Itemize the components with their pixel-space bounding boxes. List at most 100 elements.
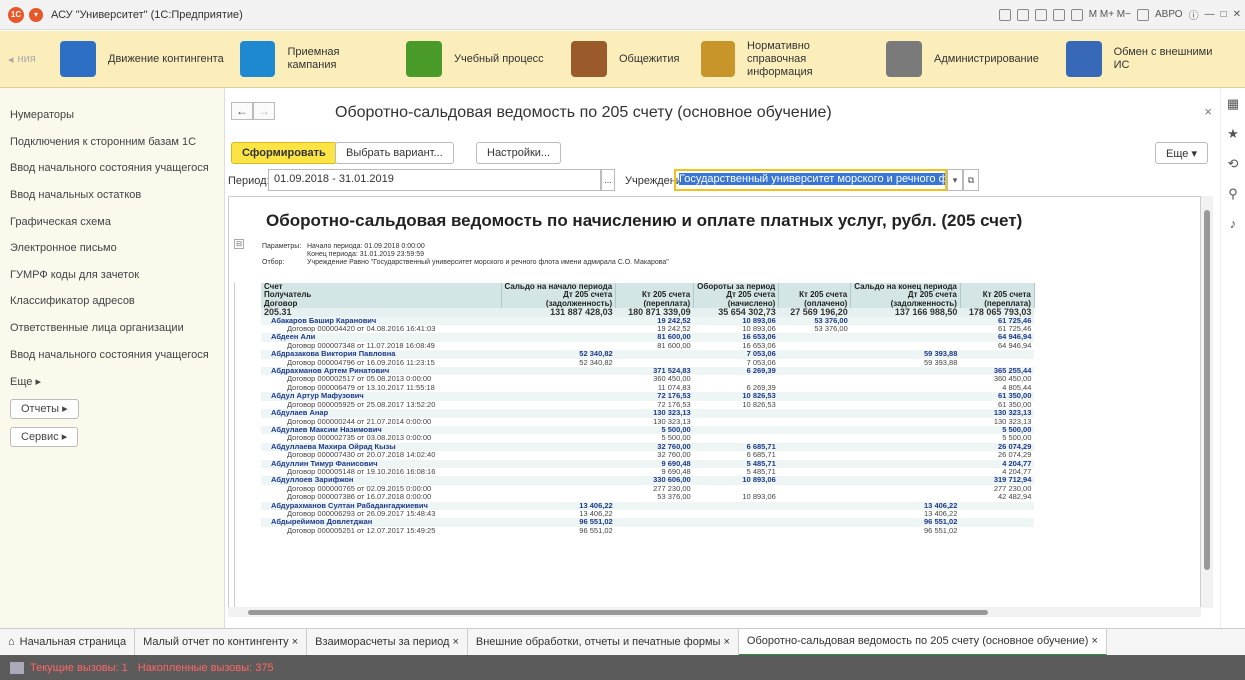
contract-row[interactable]: Договор 000007430 от 20.07.2018 14:02:40… [261,451,1034,459]
reports-button[interactable]: Отчеты ▸ [10,398,79,419]
table-cell [501,468,616,476]
table-header-row[interactable]: Договор (задолженность) (переплата) (начисл… [261,299,1035,309]
contract-row[interactable]: Договор 000005925 от 25.08.2017 13:52:20… [261,401,1034,409]
notifications-bell-icon[interactable]: ♪ [1230,216,1237,231]
org-input[interactable]: Государственный университет морского и р… [674,169,947,191]
restore-icon[interactable]: □ [1221,9,1227,20]
table-cell [693,425,779,435]
section-scroll-left[interactable]: ◂ ния [0,31,52,88]
params-collapse-icon[interactable]: ⊟ [234,239,244,249]
contract-row[interactable]: Договор 000004420 от 04.08.2016 16:41:03… [261,325,1034,333]
minimize-icon[interactable]: — [1205,9,1215,20]
nav-initial-state[interactable]: Ввод начального состояния учащегося [0,155,224,182]
contract-row[interactable]: Договор 000005251 от 12.07.2017 15:49:25… [261,527,1034,535]
tab-balance-sheet[interactable]: Оборотно-сальдовая ведомость по 205 счет… [738,628,1107,656]
nav-numerators[interactable]: Нумераторы [0,102,224,129]
recipient-row[interactable]: Абдуллаева Махира Ойрад Кызы 32 760,00 6 6… [261,442,1035,452]
tab-home[interactable]: ⌂ Начальная страница [0,628,136,656]
nav-connections[interactable]: Подключения к сторонним базам 1С [0,129,224,156]
contract-row[interactable]: Договор 000000765 от 02.09.2015 0:00:00 2… [261,485,1034,493]
calculator-icon[interactable] [1052,8,1065,21]
section-dormitory[interactable]: Общежития [563,31,693,88]
user-name[interactable]: АВРО [1155,9,1183,20]
section-administration[interactable]: Администрирование [878,31,1058,88]
horizontal-scrollbar[interactable] [228,607,1201,617]
recipient-row[interactable]: Абдуллин Тимур Фанисович 9 690,48 5 485,71… [261,459,1035,468]
service-button[interactable]: Сервис ▸ [10,426,79,447]
contract-row[interactable]: Договор 000002517 от 05.08.2013 0:00:00 3… [261,375,1034,383]
table-cell [501,392,616,401]
settings-button[interactable]: Настройки... [476,142,562,164]
save-icon[interactable] [998,8,1011,21]
section-reference[interactable]: Нормативно справочная информация [693,31,878,88]
main-menu-icon[interactable]: ▾ [29,7,43,22]
table-cell [501,485,616,493]
contract-row[interactable]: Договор 000006293 от 26.09.2017 15:48:43… [261,510,1034,518]
table-cell: Абдрахманов Артем Ринатович [261,367,501,376]
favorites-star-icon[interactable]: ★ [1227,126,1239,142]
nav-gumrf-codes[interactable]: ГУМРФ коды для зачеток [0,262,224,289]
horizontal-scroll-thumb[interactable] [248,610,988,615]
recipient-row[interactable]: Абдулаев Анар 130 323,13 130 323,13 [261,409,1035,418]
section-contingent[interactable]: Движение контингента [52,31,232,88]
contract-row[interactable]: Договор 000004796 от 16.09.2016 11:23:15… [261,359,1034,367]
print-icon[interactable] [1016,8,1029,21]
contract-row[interactable]: Договор 000007348 от 11.07.2018 16:08:49… [261,342,1034,350]
close-form-icon[interactable]: × [1204,104,1212,119]
org-open-icon[interactable]: ⧉ [963,169,979,191]
table-header-row[interactable]: Счет Сальдо на начало периода Обороты за п… [261,283,1035,292]
table-header-row[interactable]: Получатель Дт 205 счета Кт 205 счета Дт 205… [261,291,1035,300]
recipient-row[interactable]: Абдрахманов Артем Ринатович 371 524,83 6 2… [261,367,1035,376]
report-sheet[interactable]: ⊟ Оборотно-сальдовая ведомость по начисл… [228,196,1201,608]
table-total-row[interactable]: 205.31 131 887 428,03 180 871 339,09 35 654… [261,308,1035,317]
nav-graphic-scheme[interactable]: Графическая схема [0,208,224,235]
select-variant-button[interactable]: Выбрать вариант... [335,142,454,164]
vertical-scroll-thumb[interactable] [1204,210,1210,570]
info-icon[interactable]: ⓘ [1189,7,1199,22]
more-button[interactable]: Еще ▾ [1155,142,1208,164]
recipient-row[interactable]: Абдырейимов Довлетджан 96 551,02 96 551,02 [261,518,1035,527]
contract-row[interactable]: Договор 000007386 от 16.07.2018 0:00:00 5… [261,493,1034,501]
tab-contingent-report[interactable]: Малый отчет по контингенту × [135,628,308,656]
calendar-icon[interactable] [1070,8,1083,21]
section-exchange[interactable]: Обмен с внешними ИС [1058,31,1238,88]
recipient-row[interactable]: Абдулаев Максим Назимович 5 500,00 5 500,0… [261,425,1035,435]
tab-external-processing[interactable]: Внешние обработки, отчеты и печатные фор… [468,628,739,656]
nav-initial-state-2[interactable]: Ввод начального состояния учащегося [0,341,224,368]
contract-row[interactable]: Договор 000006479 от 13.10.2017 11:55:18… [261,384,1034,392]
contract-row[interactable]: Договор 000002735 от 03.08.2013 0:00:00 5… [261,434,1034,442]
back-icon[interactable]: ← [231,102,253,120]
table-cell: Абдеен Али [261,333,501,342]
org-dropdown-icon[interactable]: ▾ [947,169,963,191]
apps-grid-icon[interactable]: ▦ [1227,96,1239,112]
section-admission[interactable]: Приемная кампания [232,31,398,88]
recipient-row[interactable]: Абакаров Башир Каранович 19 242,52 10 893,… [261,316,1035,326]
zoom-icon[interactable] [1136,8,1149,21]
recipient-row[interactable]: Абдуллоев Зарифжон 330 606,00 10 893,06 319… [261,476,1035,485]
administration-icon [886,41,922,77]
close-window-icon[interactable]: ✕ [1233,9,1241,20]
vertical-scrollbar[interactable] [1201,196,1213,608]
history-icon[interactable]: ⟲ [1228,156,1239,172]
nav-more[interactable]: Еще ▸ [0,368,224,395]
contract-row[interactable]: Договор 000005148 от 19.10.2016 16:08:16… [261,468,1034,476]
period-input[interactable]: 01.09.2018 - 31.01.2019 [268,169,601,191]
nav-email[interactable]: Электронное письмо [0,235,224,262]
nav-responsible-persons[interactable]: Ответственные лица организации [0,315,224,342]
section-education[interactable]: Учебный процесс [398,31,563,88]
nav-initial-balances[interactable]: Ввод начальных остатков [0,182,224,209]
period-select-button[interactable]: ... [601,169,615,191]
forward-icon[interactable]: → [253,102,275,120]
nav-address-classifier[interactable]: Классификатор адресов [0,288,224,315]
recipient-row[interactable]: Абдул Артур Мафузович 72 176,53 10 826,53 6… [261,392,1035,401]
recipient-row[interactable]: Абдразакова Виктория Павловна 52 340,82 7 … [261,350,1035,359]
generate-button[interactable]: Сформировать [231,142,337,164]
recipient-row[interactable]: Абдеен Али 81 600,00 16 653,06 64 946,94 [261,333,1035,342]
table-cell: Кт 205 счета [778,291,852,300]
memory-buttons[interactable]: M M+ M− [1089,9,1131,20]
tab-settlements[interactable]: Взаиморасчеты за период × [307,628,468,656]
recipient-row[interactable]: Абдурахманов Султан Рабадангаджиевич 13 4… [261,501,1035,510]
search-icon[interactable]: ⚲ [1228,186,1238,202]
contract-row[interactable]: Договор 000000244 от 21.07.2014 0:00:00 1… [261,418,1034,426]
preview-icon[interactable] [1034,8,1047,21]
